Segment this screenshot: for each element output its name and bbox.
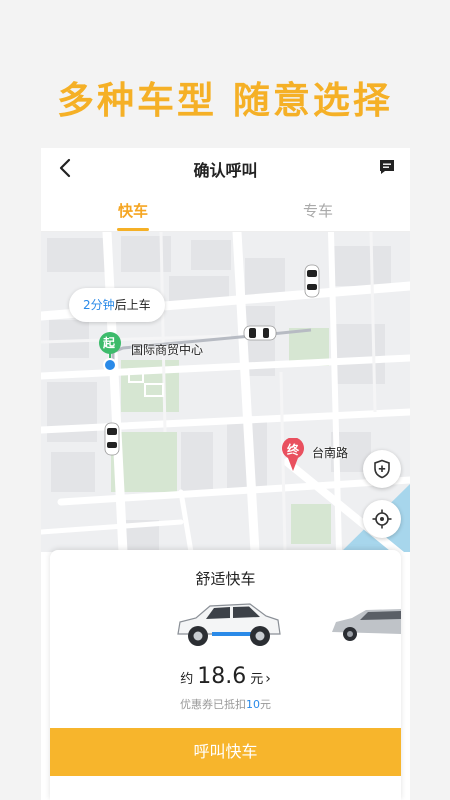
map-view[interactable]: 2分钟后上车 起 国际商贸中心 终 台南路	[41, 227, 410, 566]
message-icon[interactable]	[378, 158, 396, 176]
map-car-icon	[243, 325, 277, 341]
active-tab-indicator	[117, 228, 149, 231]
eta-bubble: 2分钟后上车	[69, 288, 165, 322]
coupon-note: 优惠券已抵扣10元	[50, 696, 401, 712]
start-location-label: 国际商贸中心	[131, 343, 204, 357]
locate-button[interactable]	[363, 500, 401, 538]
safety-button[interactable]	[363, 450, 401, 488]
tab-premier[interactable]: 专车	[303, 200, 333, 221]
map-canvas	[41, 227, 410, 566]
tab-express[interactable]: 快车	[118, 200, 148, 221]
ride-type-tabs: 快车 专车	[41, 188, 410, 232]
promo-headline: 多种车型 随意选择	[57, 79, 393, 122]
end-location-label: 台南路	[312, 446, 349, 460]
app-screen: 确认呼叫 快车 专车 2分钟后上车 起 国际商贸中心 终 台南路 舒适快车 约 …	[41, 148, 410, 800]
price-unit: 元	[250, 672, 264, 687]
map-car-icon	[104, 422, 120, 456]
suv-car-image[interactable]	[172, 598, 284, 650]
ride-class-title: 舒适快车	[195, 570, 256, 588]
chevron-right-icon: ›	[265, 671, 271, 687]
eta-minutes: 2分钟	[83, 298, 115, 312]
start-marker-label: 起	[103, 336, 116, 350]
fare-estimate[interactable]: 约 18.6 元 ›	[50, 664, 401, 689]
sedan-car-image[interactable]	[332, 602, 401, 644]
ride-card: 舒适快车 约 18.6 元 › 优惠券已抵扣10元 呼叫快车	[50, 550, 401, 800]
coupon-amount: 10	[246, 698, 260, 711]
top-bar: 确认呼叫	[41, 148, 410, 188]
call-ride-button[interactable]: 呼叫快车	[50, 728, 401, 776]
shield-plus-icon	[374, 459, 390, 479]
map-car-icon	[304, 264, 320, 298]
crosshair-icon	[372, 509, 392, 529]
price-prefix: 约	[180, 672, 194, 687]
page-title: 确认呼叫	[193, 161, 258, 180]
eta-text: 后上车	[114, 298, 151, 312]
coupon-prefix: 优惠券已抵扣	[180, 698, 246, 711]
coupon-unit: 元	[260, 698, 271, 711]
price-value: 18.6	[197, 664, 247, 689]
end-marker-label: 终	[287, 443, 300, 457]
